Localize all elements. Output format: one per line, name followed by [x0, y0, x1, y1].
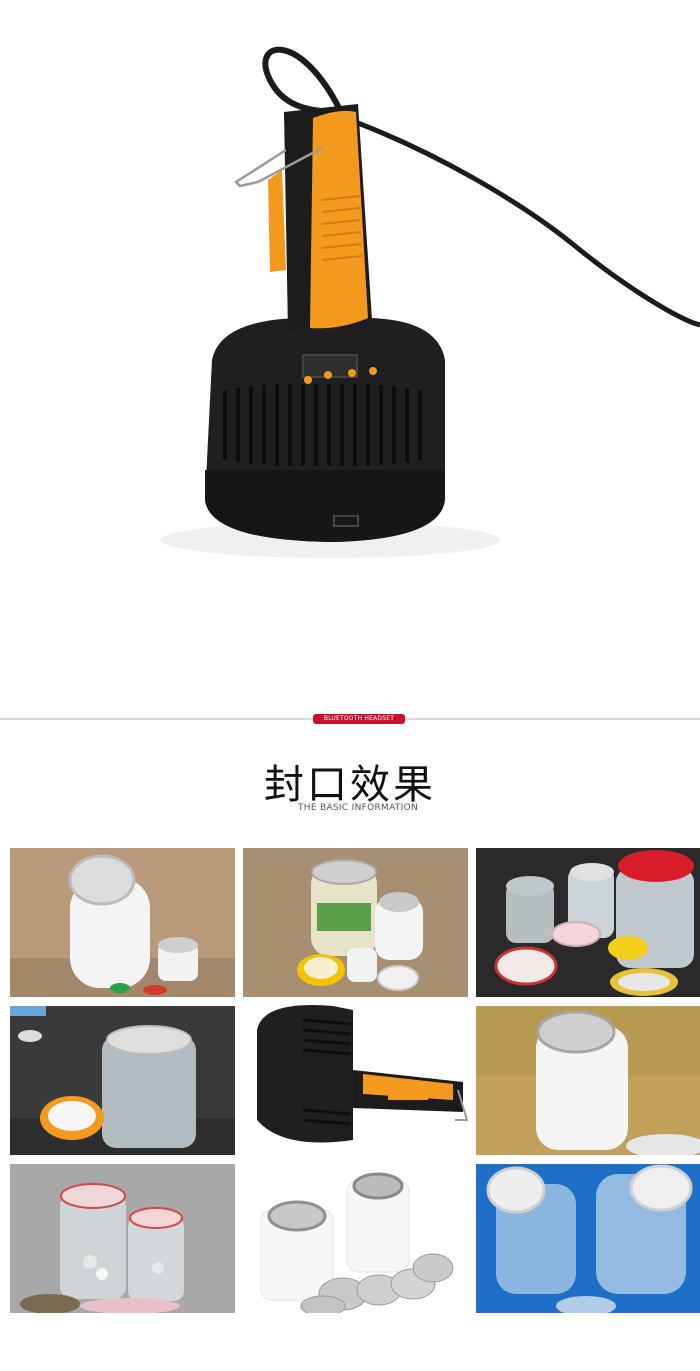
white-jars-foil-liners-photo — [243, 1164, 468, 1313]
clear-jar-with-orange-lid-photo — [10, 1006, 235, 1155]
jars-with-seal-liners-photo — [10, 1164, 235, 1313]
sealed-glass-jar-photo — [243, 848, 468, 997]
induction-sealer-illustration — [160, 46, 700, 558]
product-hero-image — [0, 0, 700, 700]
assorted-sealed-jars-photo — [476, 848, 700, 997]
sealer-head-closeup-photo — [243, 1000, 468, 1155]
section-subtitle: THE BASIC INFORMATION — [297, 803, 419, 813]
sealed-white-bottle-photo — [10, 848, 235, 997]
clear-bottles-blue-background-photo — [476, 1164, 700, 1313]
section-title: 封口效果 — [264, 762, 436, 808]
section-tag: BLUETOOTH HEADSET — [313, 714, 405, 724]
sealed-bottle-neck-photo — [476, 1006, 700, 1155]
